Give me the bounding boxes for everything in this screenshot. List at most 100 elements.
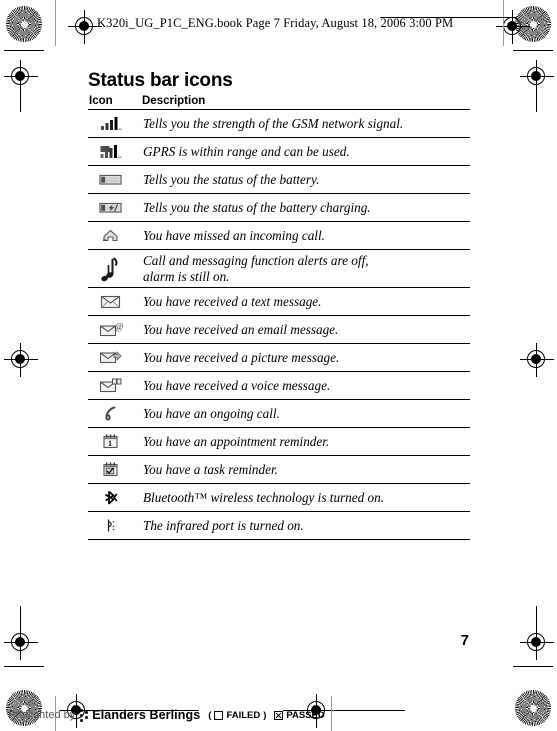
page-number: 7 xyxy=(460,632,469,649)
crop-mark-top-left-horizontal xyxy=(4,50,44,51)
failed-checkbox[interactable] xyxy=(214,710,224,720)
bluetooth-icon xyxy=(98,489,124,506)
crop-mark-top-right-horizontal xyxy=(513,50,553,51)
table-row: 1 You have an appointment reminder. xyxy=(88,427,470,456)
registration-target-middle-left xyxy=(4,343,38,377)
crop-mark-top-left-vertical xyxy=(20,76,21,112)
voice-message-icon xyxy=(98,377,124,394)
table-row: Tells you the strength of the GSM networ… xyxy=(88,109,470,138)
table-row: You have received a voice message. xyxy=(88,371,470,400)
description-line-2: alarm is still on. xyxy=(143,268,230,284)
registration-target-top-right xyxy=(496,10,530,44)
icon-cell xyxy=(88,399,134,428)
infrared-icon xyxy=(98,517,124,534)
description-cell: Tells you the status of the battery char… xyxy=(134,193,470,222)
status-bar-icons-table: Icon Description Tells you the strength … xyxy=(88,95,470,540)
trim-guide-left xyxy=(55,0,56,46)
missed-call-icon xyxy=(98,227,124,244)
description-cell: You have a task reminder. xyxy=(134,455,470,484)
page-content: Status bar icons Icon Description Tells … xyxy=(88,70,470,540)
failed-close-paren: ) xyxy=(263,709,267,721)
icon-cell xyxy=(88,249,134,288)
table-row: The infrared port is turned on. xyxy=(88,511,470,540)
column-header-icon: Icon xyxy=(88,95,134,110)
icon-cell xyxy=(88,137,134,166)
table-row: You have an ongoing call. xyxy=(88,399,470,428)
description-line-1: Call and messaging function alerts are o… xyxy=(143,253,369,268)
gprs-signal-icon xyxy=(98,143,124,160)
description-cell: GPRS is within range and can be used. xyxy=(134,137,470,166)
print-density-star-top-right xyxy=(515,6,551,42)
failed-open-paren: ( xyxy=(208,709,212,721)
description-cell: You have an ongoing call. xyxy=(134,399,470,428)
running-header-text: K320i_UG_P1C_ENG.book Page 7 Friday, Aug… xyxy=(97,16,454,30)
description-cell: You have an appointment reminder. xyxy=(134,427,470,456)
description-cell: Call and messaging function alerts are o… xyxy=(134,249,470,288)
silent-mode-note-icon xyxy=(98,254,124,284)
description-cell: Tells you the strength of the GSM networ… xyxy=(134,109,470,138)
crop-mark-top-right-vertical xyxy=(536,76,537,112)
text-message-icon xyxy=(98,293,124,310)
description-cell: You have received a picture message. xyxy=(134,343,470,372)
preflight-footer: Preflighted by Elanders Berlings ( FAILE… xyxy=(8,708,325,722)
preflight-prefix: Preflighted by xyxy=(8,709,76,721)
elanders-logo-icon xyxy=(80,709,89,722)
icon-cell xyxy=(88,221,134,250)
battery-charging-icon xyxy=(98,199,124,216)
trim-guide-right xyxy=(503,0,504,46)
column-header-description: Description xyxy=(134,95,470,110)
table-row: You have received a text message. xyxy=(88,287,470,316)
table-row: Bluetooth™ wireless technology is turned… xyxy=(88,483,470,512)
passed-label: PASSED xyxy=(286,709,325,721)
table-row: GPRS is within range and can be used. xyxy=(88,137,470,166)
trim-guide-footer-right xyxy=(331,696,332,731)
registration-target-lower-right xyxy=(520,626,554,660)
task-reminder-icon xyxy=(98,461,124,478)
registration-target-upper-left xyxy=(4,60,38,94)
table-row: @ You have received an email message. xyxy=(88,315,470,344)
crop-mark-bottom-left-horizontal xyxy=(4,666,44,667)
preflight-failed-status: ( FAILED ) xyxy=(208,710,266,721)
signal-strength-icon xyxy=(98,115,124,132)
appointment-reminder-icon: 1 xyxy=(98,433,124,450)
icon-cell xyxy=(88,287,134,316)
icon-cell xyxy=(88,109,134,138)
print-density-star-bottom-right xyxy=(515,690,551,726)
preflight-passed-status: PASSED xyxy=(274,709,325,721)
icon-cell xyxy=(88,511,134,540)
description-cell: Tells you the status of the battery. xyxy=(134,165,470,194)
picture-message-icon xyxy=(98,349,124,366)
crop-mark-bottom-left-vertical xyxy=(20,606,21,642)
description-cell: You have received a text message. xyxy=(134,287,470,316)
ongoing-call-icon xyxy=(98,405,124,422)
icon-cell: 1 xyxy=(88,427,134,456)
table-header-row: Icon Description xyxy=(88,95,470,110)
svg-text:1: 1 xyxy=(108,440,112,449)
description-cell: You have received a voice message. xyxy=(134,371,470,400)
icon-cell: @ xyxy=(88,315,134,344)
page-title: Status bar icons xyxy=(88,70,233,91)
icon-cell xyxy=(88,193,134,222)
icon-cell xyxy=(88,483,134,512)
description-cell: You have missed an incoming call. xyxy=(134,221,470,250)
print-density-star-top-left xyxy=(6,6,42,42)
icon-cell xyxy=(88,343,134,372)
failed-label: FAILED xyxy=(226,709,261,721)
registration-target-upper-right xyxy=(520,60,554,94)
table-row: Tells you the status of the battery. xyxy=(88,165,470,194)
icon-cell xyxy=(88,165,134,194)
icon-cell xyxy=(88,371,134,400)
table-row: You have a task reminder. xyxy=(88,455,470,484)
registration-target-middle-right xyxy=(520,343,554,377)
email-message-icon: @ xyxy=(98,321,124,338)
passed-checkbox[interactable] xyxy=(274,710,284,720)
svg-text:@: @ xyxy=(115,322,123,332)
table-row: Call and messaging function alerts are o… xyxy=(88,249,470,288)
preflight-brand: Elanders Berlings xyxy=(92,708,201,722)
table-row: You have missed an incoming call. xyxy=(88,221,470,250)
table-row: You have received a picture message. xyxy=(88,343,470,372)
crop-mark-bottom-right-vertical xyxy=(536,606,537,642)
icon-cell xyxy=(88,455,134,484)
description-cell: The infrared port is turned on. xyxy=(134,511,470,540)
description-cell: You have received an email message. xyxy=(134,315,470,344)
